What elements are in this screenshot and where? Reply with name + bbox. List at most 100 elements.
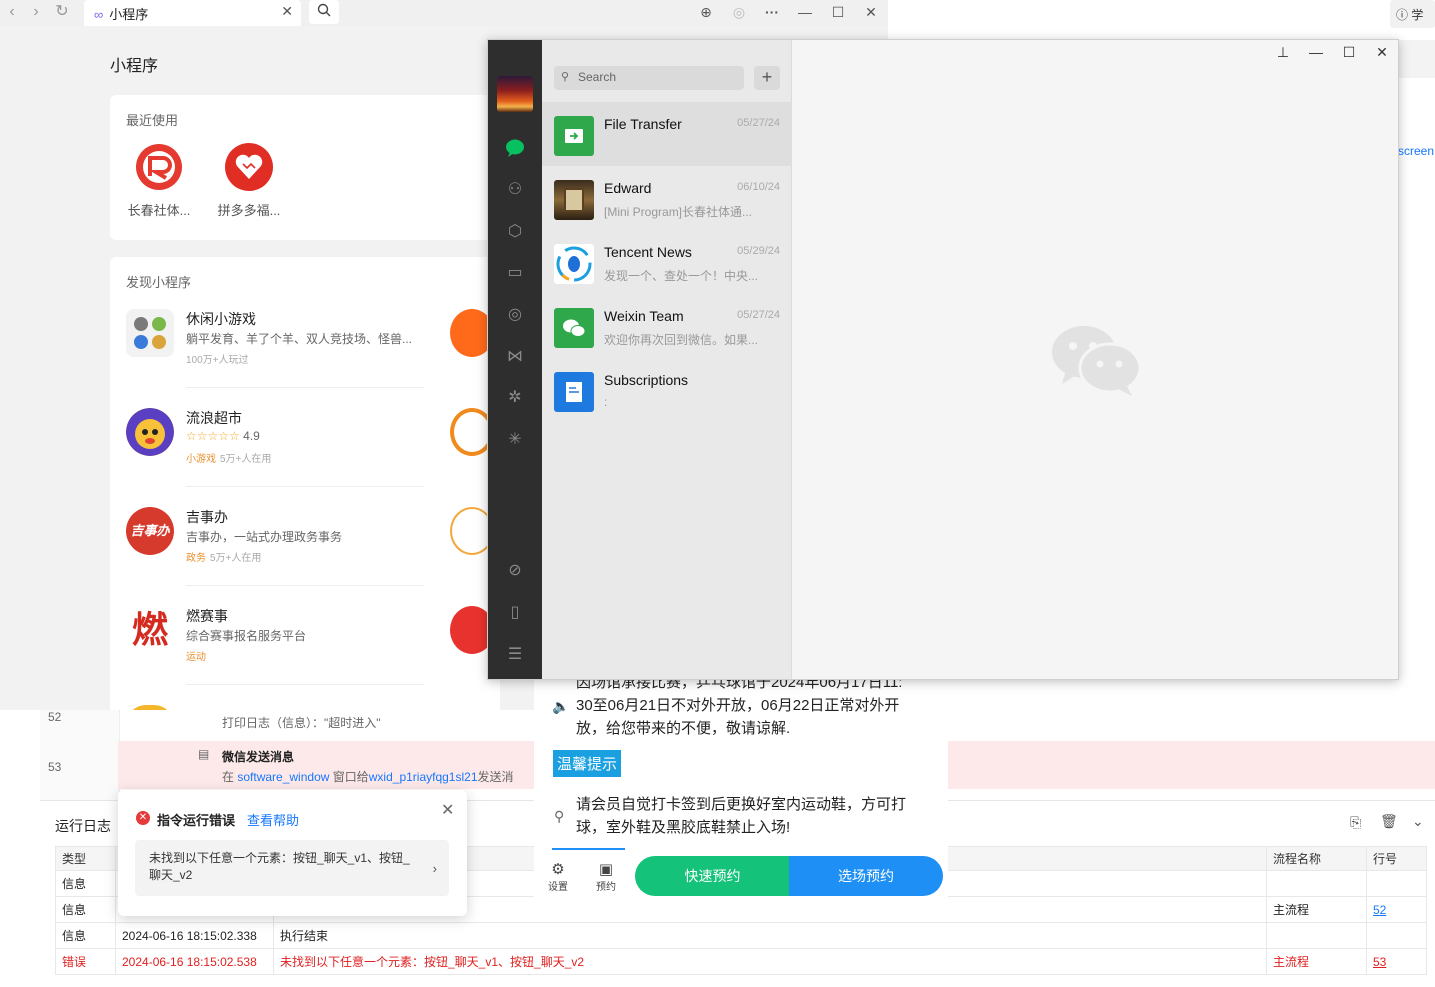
cell-flow: 主流程 <box>1266 948 1367 975</box>
divider <box>186 684 424 685</box>
search-input[interactable]: ⚲ Search <box>554 66 744 90</box>
browser-tabbar: ‹ › ↻ ∞ 小程序 ✕ ⊕ ◎ ··· — ☐ ✕ <box>0 0 888 26</box>
ranshishi-icon: 燃 <box>126 606 174 654</box>
chevron-down-icon[interactable]: ⌄ <box>1412 813 1424 830</box>
error-detail[interactable]: 未找到以下任意一个元素：按钮_聊天_v1、按钮_聊天_v2 › <box>135 840 449 896</box>
contacts-icon[interactable]: ⚇ <box>503 179 527 203</box>
chat-item[interactable]: Edward 06/10/24 [Mini Program]长春社体通... <box>542 166 792 230</box>
chat-name: Subscriptions <box>604 372 689 388</box>
forward-icon[interactable]: › <box>26 3 46 23</box>
tab-booking[interactable]: ▣ 预约 <box>591 860 621 893</box>
help-link[interactable]: 查看帮助 <box>247 810 299 829</box>
table-row[interactable]: 信息 2024-06-16 18:15:02.338 执行结束 <box>55 922 1427 949</box>
moments-icon[interactable]: ◎ <box>503 304 527 328</box>
recent-section: 最近使用 长春社体... 拼多多福... <box>110 95 500 240</box>
refresh-icon[interactable]: ↻ <box>52 3 72 23</box>
line-number: 52 <box>48 710 62 724</box>
maximize-icon[interactable]: ☐ <box>827 2 849 24</box>
step-wxid: wxid_p1riayfqg1sl21 <box>368 770 478 784</box>
back-icon[interactable]: ‹ <box>2 3 22 23</box>
rating-stars-icon: ☆☆☆☆☆ <box>186 429 240 443</box>
person-icon: ⚲ <box>554 808 565 824</box>
item-tag: 运动 <box>186 652 206 663</box>
minimize-icon[interactable]: — <box>1304 44 1328 64</box>
chat-item[interactable]: Tencent News 05/29/24 发现一个、查处一个！中央... <box>542 230 792 294</box>
cell-time: 2024-06-16 18:15:02.538 <box>115 948 274 975</box>
court-booking-button[interactable]: 选场预约 <box>789 856 943 896</box>
chat-preview: 欢迎你再次回到微信。如果... <box>604 333 759 347</box>
table-row-error[interactable]: 错误 2024-06-16 18:15:02.538 未找到以下任意一个元素：按… <box>55 948 1427 975</box>
channels-icon[interactable]: ⋈ <box>503 346 527 370</box>
item-name: 燃赛事 <box>186 608 228 624</box>
liulang-icon <box>126 408 174 456</box>
link-icon: ∞ <box>94 7 104 22</box>
browser-tab[interactable]: ∞ 小程序 ✕ <box>84 0 301 26</box>
chats-icon[interactable] <box>503 138 527 162</box>
search-moments-icon[interactable]: ✲ <box>503 387 527 411</box>
tip-line: 请会员自觉打卡签到后更换好室内运动鞋，方可打 <box>576 796 907 813</box>
chat-preview: [Mini Program]长春社体通... <box>604 205 753 219</box>
chat-item[interactable]: Subscriptions : <box>542 358 792 422</box>
quick-booking-button[interactable]: 快速预约 <box>635 856 790 896</box>
trash-icon[interactable]: 🗑 <box>1380 813 1398 830</box>
close-icon[interactable]: ✕ <box>1370 44 1394 64</box>
line-link[interactable]: 52 <box>1373 903 1386 917</box>
pin-icon[interactable]: ⊥ <box>1271 44 1295 64</box>
export-icon[interactable]: ⎘ <box>1350 814 1361 831</box>
close-tab-icon[interactable]: ✕ <box>281 3 293 20</box>
phone-icon[interactable]: ▯ <box>503 602 527 626</box>
cell-type: 信息 <box>55 870 116 897</box>
close-icon[interactable]: ✕ <box>441 800 454 820</box>
item-meta: 小游戏 5万+人在用 <box>186 450 271 465</box>
step-detail-suffix: 发送消 <box>477 770 514 784</box>
item-meta: 100万+人玩过 <box>186 355 249 366</box>
globe-icon[interactable]: ◎ <box>728 2 750 24</box>
discover-item[interactable]: 吉事办 吉事办 吉事办，一站式办理政务事务 政务 5万+人在用 <box>126 507 426 597</box>
item-desc: 吉事办，一站式办理政务事务 <box>186 530 343 544</box>
chat-time: 05/29/24 <box>737 245 780 257</box>
minimize-icon[interactable]: — <box>794 2 816 24</box>
discover-item[interactable]: 休闲小游戏 躺平发育、羊了个羊、双人竞技场、怪兽... 100万+人玩过 <box>126 309 426 399</box>
error-title: 指令运行错误 <box>157 813 236 828</box>
speaker-icon: 🔈 <box>552 698 570 714</box>
cell-flow <box>1266 870 1367 897</box>
discover-item[interactable]: 燃 燃赛事 综合赛事报名服务平台 运动 <box>126 606 426 696</box>
pinduoduo-logo-icon <box>225 143 273 191</box>
tencent-news-icon <box>554 244 594 284</box>
maximize-icon[interactable]: ☐ <box>1337 44 1361 64</box>
cell-flow: 主流程 <box>1266 896 1367 923</box>
folder-icon[interactable]: ▭ <box>503 262 527 286</box>
chat-main-area: ⊥ — ☐ ✕ <box>792 40 1398 679</box>
tip-label: 温馨提示 <box>553 750 622 777</box>
menu-icon[interactable]: ☰ <box>503 644 527 668</box>
recent-app-pinduoduo[interactable]: 拼多多福... <box>212 142 286 219</box>
error-popup: ✕ 指令运行错误 查看帮助 ✕ 未找到以下任意一个元素：按钮_聊天_v1、按钮_… <box>118 790 467 916</box>
error-message: 未找到以下任意一个元素：按钮_聊天_v1、按钮_聊天_v2 <box>149 851 410 882</box>
help-button[interactable]: ⓘ 学 <box>1390 0 1435 28</box>
favorites-icon[interactable]: ⬡ <box>503 221 527 245</box>
wechat-logo-icon <box>1052 326 1142 396</box>
rating-value: 4.9 <box>243 429 260 443</box>
search-icon: ⚲ <box>561 71 570 83</box>
edward-avatar <box>554 180 594 220</box>
search-button[interactable] <box>309 0 339 24</box>
log-step-text[interactable]: 打印日志（信息）："超时进入" <box>222 714 381 731</box>
close-icon[interactable]: ✕ <box>860 2 882 24</box>
avatar[interactable] <box>497 76 533 112</box>
chat-name: Weixin Team <box>604 308 684 324</box>
download-icon[interactable]: ⊕ <box>695 2 717 24</box>
line-link[interactable]: 53 <box>1373 955 1386 969</box>
recent-app-changchun[interactable]: 长春社体... <box>122 142 196 219</box>
item-name: 流浪超市 <box>186 410 242 426</box>
chat-item[interactable]: File Transfer 05/27/24 <box>542 102 792 166</box>
screen-link[interactable]: screen <box>1398 144 1434 158</box>
more-icon[interactable]: ··· <box>761 2 783 24</box>
discover-item[interactable]: 流浪超市 ☆☆☆☆☆ 4.9 小游戏 5万+人在用 <box>126 408 426 498</box>
chat-item[interactable]: Weixin Team 05/27/24 欢迎你再次回到微信。如果... <box>542 294 792 358</box>
tab-settings[interactable]: ⚙ 设置 <box>543 860 573 893</box>
step-detail-mid: 窗口给 <box>332 770 369 784</box>
add-button[interactable]: + <box>754 66 780 90</box>
mini-program-link-icon[interactable]: ⊘ <box>503 560 527 584</box>
games-icon <box>126 309 174 357</box>
mini-programs-icon[interactable]: ✳ <box>503 429 527 453</box>
